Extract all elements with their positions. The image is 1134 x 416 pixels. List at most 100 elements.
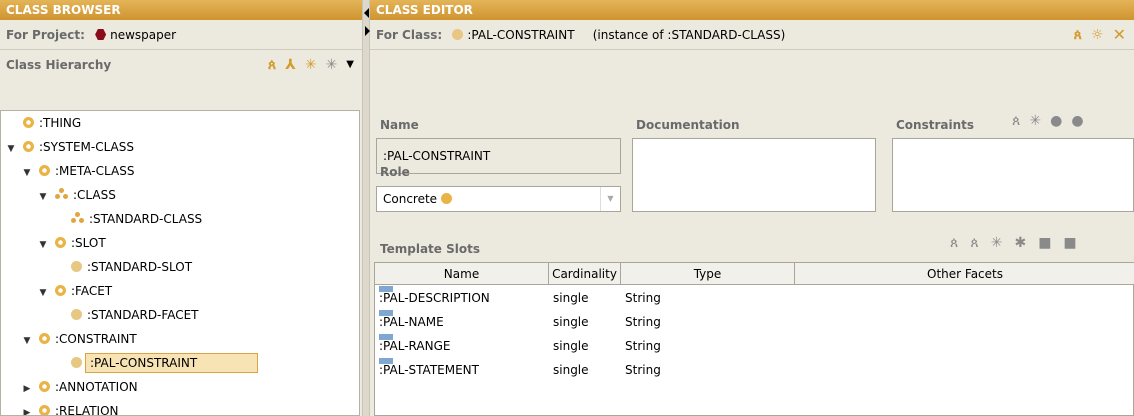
documentation-label: Documentation <box>636 118 740 132</box>
create-subclass-icon[interactable]: ⅄ <box>285 58 296 72</box>
expanded-icon[interactable]: ▼ <box>37 281 49 305</box>
constraints-field[interactable] <box>892 138 1134 212</box>
view-constraint-icon[interactable]: ጰ <box>1012 114 1020 128</box>
slot-name: :PAL-NAME <box>379 315 444 329</box>
project-name: newspaper <box>110 28 177 42</box>
table-row[interactable]: :PAL-NAME single String <box>375 310 1133 334</box>
column-header-other-facets[interactable]: Other Facets <box>795 263 1134 285</box>
collapsed-icon[interactable]: ▶ <box>21 377 33 401</box>
expanded-icon[interactable]: ▼ <box>5 137 17 161</box>
table-row[interactable]: :PAL-RANGE single String <box>375 334 1133 358</box>
slot-cardinality: single <box>553 363 589 377</box>
slot-type: String <box>625 291 661 305</box>
close-icon[interactable]: ✕ <box>1113 27 1126 43</box>
view-top-slot-icon[interactable]: ጰ <box>970 236 978 250</box>
slot-name: :PAL-DESCRIPTION <box>379 291 490 305</box>
slot-icon <box>379 358 393 364</box>
class-hierarchy-tree: :THING ▼:SYSTEM-CLASS ▼:META-CLASS ▼:CLASS:… <box>0 110 360 416</box>
slot-type: String <box>625 339 661 353</box>
expanded-icon[interactable]: ▼ <box>21 329 33 353</box>
template-slots-label: Template Slots <box>380 242 480 256</box>
table-row[interactable]: :PAL-STATEMENT single String <box>375 358 1133 382</box>
override-slot-icon[interactable]: ✱ <box>1014 236 1026 250</box>
remove-constraint-icon[interactable]: ● <box>1071 114 1083 128</box>
class-icon <box>39 380 50 394</box>
metaclass-icon <box>55 188 68 202</box>
class-icon <box>452 29 464 40</box>
collapsed-icon[interactable]: ▶ <box>21 401 33 415</box>
expanded-icon[interactable]: ▼ <box>37 233 49 257</box>
class-icon <box>55 236 66 250</box>
role-select[interactable]: Concrete ▼ <box>376 186 621 212</box>
table-row[interactable]: :PAL-DESCRIPTION single String <box>375 286 1133 310</box>
slot-name-cell: :PAL-NAME <box>379 310 444 334</box>
class-editor-title: CLASS EDITOR <box>370 0 1134 20</box>
class-icon <box>55 284 66 298</box>
expanded-icon[interactable]: ▼ <box>21 161 33 185</box>
tree-node[interactable]: :PAL-CONSTRAINT <box>1 351 359 375</box>
class-hierarchy-label: Class Hierarchy <box>6 58 112 72</box>
slot-cardinality: single <box>553 291 589 305</box>
project-bar: For Project: newspaper <box>0 20 362 50</box>
tree-node[interactable]: ▶ :ANNOTATION <box>1 375 359 399</box>
hierarchy-toolbar: ጰ ⅄ ✳ ✳ ▼ <box>268 50 354 80</box>
tree-node[interactable]: ▼:CONSTRAINT <box>1 327 359 351</box>
class-icon <box>71 356 82 370</box>
name-field[interactable]: :PAL-CONSTRAINT <box>376 138 621 174</box>
class-bar: For Class: :PAL-CONSTRAINT (instance of … <box>370 20 1134 50</box>
class-browser-pane: CLASS BROWSER For Project: newspaper Cla… <box>0 0 362 416</box>
column-header-name[interactable]: Name <box>375 263 549 285</box>
tree-node-label: :META-CLASS <box>55 164 135 178</box>
tree-node[interactable]: ▼:CLASS <box>1 183 359 207</box>
slot-name-cell: :PAL-STATEMENT <box>379 358 479 382</box>
column-header-type[interactable]: Type <box>621 263 795 285</box>
create-slot-icon[interactable]: ✳ <box>991 236 1003 250</box>
tree-node[interactable]: ▼ :FACET <box>1 279 359 303</box>
for-project-label: For Project: <box>6 28 85 42</box>
slot-name: :PAL-STATEMENT <box>379 363 479 377</box>
class-icon <box>23 140 34 154</box>
slot-icon <box>379 334 393 340</box>
tree-node[interactable]: ▼ :SLOT <box>1 231 359 255</box>
create-constraint-icon[interactable]: ✳ <box>1029 114 1041 128</box>
tree-node-label: :SLOT <box>71 236 106 250</box>
column-header-cardinality[interactable]: Cardinality <box>549 263 621 285</box>
tree-node-label: :ANNOTATION <box>55 380 138 394</box>
role-select-content: Concrete <box>383 192 452 206</box>
class-icon <box>39 332 50 346</box>
slot-type: String <box>625 315 661 329</box>
collapse-left-icon[interactable] <box>364 8 369 18</box>
tree-node[interactable]: ▼:SYSTEM-CLASS <box>1 135 359 159</box>
dropdown-menu-icon[interactable]: ▼ <box>346 60 354 70</box>
view-references-icon[interactable]: ጰ <box>1074 28 1082 42</box>
documentation-field[interactable] <box>632 138 876 212</box>
slot-name-cell: :PAL-RANGE <box>379 334 450 358</box>
slot-icon <box>379 310 393 316</box>
constraints-toolbar: ጰ ✳ ● ● <box>1012 110 1084 132</box>
create-class-icon[interactable]: ✳ <box>305 58 317 72</box>
add-slot-icon[interactable]: ■ <box>1038 236 1051 250</box>
tree-node[interactable]: ▼ :META-CLASS <box>1 159 359 183</box>
tree-node[interactable]: ▶:RELATION <box>1 399 359 415</box>
split-divider[interactable] <box>362 0 370 416</box>
class-hierarchy-header: Class Hierarchy ጰ ⅄ ✳ ✳ ▼ <box>0 50 362 80</box>
view-class-icon[interactable]: ጰ <box>268 58 276 72</box>
tree-node[interactable]: :THING <box>1 111 359 135</box>
view-slot-icon[interactable]: ጰ <box>950 236 958 250</box>
slot-cardinality: single <box>553 315 589 329</box>
tree-node[interactable]: :STANDARD-FACET <box>1 303 359 327</box>
delete-class-icon[interactable]: ✳ <box>326 58 338 72</box>
tree-node[interactable]: :STANDARD-CLASS <box>1 207 359 231</box>
instance-of-text: (instance of :STANDARD-CLASS) <box>592 28 786 42</box>
chevron-down-icon[interactable]: ▼ <box>600 187 620 211</box>
tree-node-label: :FACET <box>71 284 113 298</box>
class-icon <box>23 116 34 130</box>
expanded-icon[interactable]: ▼ <box>37 185 49 209</box>
add-constraint-icon[interactable]: ● <box>1050 114 1062 128</box>
metaclass-icon <box>71 212 84 226</box>
slot-cardinality: single <box>553 339 589 353</box>
tree-node-label: :STANDARD-FACET <box>87 308 199 322</box>
tree-node[interactable]: :STANDARD-SLOT <box>1 255 359 279</box>
remove-slot-icon[interactable]: ■ <box>1063 236 1076 250</box>
highlight-icon[interactable]: ☼ <box>1091 28 1104 42</box>
